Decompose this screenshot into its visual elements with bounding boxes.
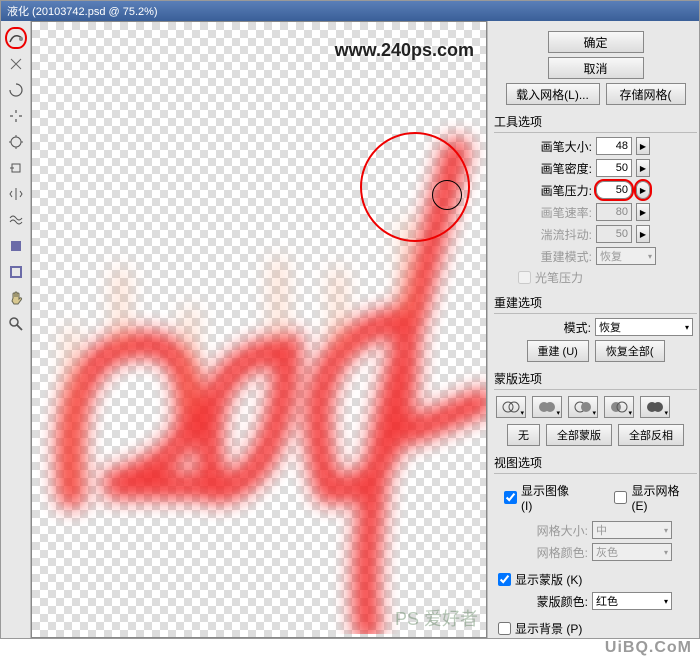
restore-all-button[interactable]: 恢复全部(: [595, 340, 665, 362]
brush-rate-label: 画笔速率:: [532, 204, 592, 221]
mask-add-button[interactable]: [532, 396, 562, 418]
brush-pressure-input[interactable]: 50: [596, 181, 632, 199]
tool-palette: [1, 21, 31, 638]
show-mask-checkbox[interactable]: [498, 573, 511, 586]
save-grid-button[interactable]: 存储网格(: [606, 83, 686, 105]
window-body: www.240ps.com PS 爱好者 确定 取消 载入网格(L)... 存储…: [1, 21, 699, 638]
mask-invert-all-button[interactable]: 全部反相: [618, 424, 684, 446]
mask-options-group: 蒙版选项: [494, 370, 697, 390]
view-options-group: 视图选项: [494, 454, 697, 474]
brush-size-stepper[interactable]: ▶: [636, 137, 650, 155]
show-grid-checkbox[interactable]: [614, 491, 627, 504]
mode-label: 模式:: [538, 319, 591, 336]
show-image-checkbox[interactable]: [504, 491, 517, 504]
brush-size-label: 画笔大小:: [532, 138, 592, 155]
freeze-mask-tool[interactable]: [5, 235, 27, 257]
tool-options-group: 工具选项: [494, 113, 697, 133]
grid-color-select: 灰色▾: [592, 543, 672, 561]
mirror-tool[interactable]: [5, 183, 27, 205]
rebuild-button[interactable]: 重建 (U): [527, 340, 589, 362]
brush-rate-stepper: ▶: [636, 203, 650, 221]
pucker-tool[interactable]: [5, 105, 27, 127]
bloat-tool[interactable]: [5, 131, 27, 153]
zoom-tool[interactable]: [5, 313, 27, 335]
turb-jitter-input: 50: [596, 225, 632, 243]
brush-density-input[interactable]: 50: [596, 159, 632, 177]
reconstruct-tool[interactable]: [5, 53, 27, 75]
mask-replace-button[interactable]: [496, 396, 526, 418]
ok-button[interactable]: 确定: [548, 31, 644, 53]
grid-color-label: 网格颜色:: [528, 544, 588, 561]
show-bg-label: 显示背景 (P): [515, 620, 582, 637]
artwork-layer: [32, 22, 486, 634]
watermark-url: www.240ps.com: [335, 40, 474, 61]
mask-color-label: 蒙版颜色:: [528, 593, 588, 610]
thaw-mask-tool[interactable]: [5, 261, 27, 283]
brush-cursor: [432, 180, 462, 210]
mask-all-button[interactable]: 全部蒙版: [546, 424, 612, 446]
mask-subtract-button[interactable]: [568, 396, 598, 418]
watermark-ps: PS 爱好者: [395, 605, 478, 631]
hand-tool[interactable]: [5, 287, 27, 309]
pen-pressure-checkbox: [518, 271, 531, 284]
grid-size-select: 中▾: [592, 521, 672, 539]
brush-rate-input: 80: [596, 203, 632, 221]
pen-pressure-label: 光笔压力: [535, 269, 583, 286]
window-titlebar: 液化 (20103742.psd @ 75.2%): [1, 1, 699, 21]
show-bg-checkbox[interactable]: [498, 622, 511, 635]
brush-density-label: 画笔密度:: [532, 160, 592, 177]
brush-pressure-label: 画笔压力:: [532, 182, 592, 199]
brush-density-stepper[interactable]: ▶: [636, 159, 650, 177]
options-panel: 确定 取消 载入网格(L)... 存储网格( 工具选项 画笔大小:48▶ 画笔密…: [487, 21, 699, 638]
canvas[interactable]: www.240ps.com PS 爱好者: [31, 21, 487, 638]
mask-intersect-button[interactable]: [604, 396, 634, 418]
load-grid-button[interactable]: 载入网格(L)...: [506, 83, 600, 105]
rebuild-mode-label: 重建模式:: [532, 248, 592, 265]
cancel-button[interactable]: 取消: [548, 57, 644, 79]
turbulence-tool[interactable]: [5, 209, 27, 231]
show-grid-label: 显示网格 (E): [631, 482, 687, 513]
rebuild-mode-field: 恢复▾: [596, 247, 656, 265]
twirl-tool[interactable]: [5, 79, 27, 101]
turb-jitter-label: 湍流抖动:: [532, 226, 592, 243]
show-mask-label: 显示蒙版 (K): [515, 571, 582, 588]
brush-pressure-stepper[interactable]: ▶: [636, 181, 650, 199]
brush-size-input[interactable]: 48: [596, 137, 632, 155]
window-title: 液化 (20103742.psd @ 75.2%): [7, 3, 158, 19]
grid-size-label: 网格大小:: [528, 522, 588, 539]
mask-color-select[interactable]: 红色▾: [592, 592, 672, 610]
rebuild-options-group: 重建选项: [494, 294, 697, 314]
mask-none-button[interactable]: 无: [507, 424, 540, 446]
mask-invert-button[interactable]: [640, 396, 670, 418]
liquify-dialog: 液化 (20103742.psd @ 75.2%): [0, 0, 700, 639]
mode-select[interactable]: 恢复▾: [595, 318, 693, 336]
turb-jitter-stepper: ▶: [636, 225, 650, 243]
show-image-label: 显示图像 (I): [521, 482, 572, 513]
forward-warp-tool[interactable]: [5, 27, 27, 49]
push-left-tool[interactable]: [5, 157, 27, 179]
